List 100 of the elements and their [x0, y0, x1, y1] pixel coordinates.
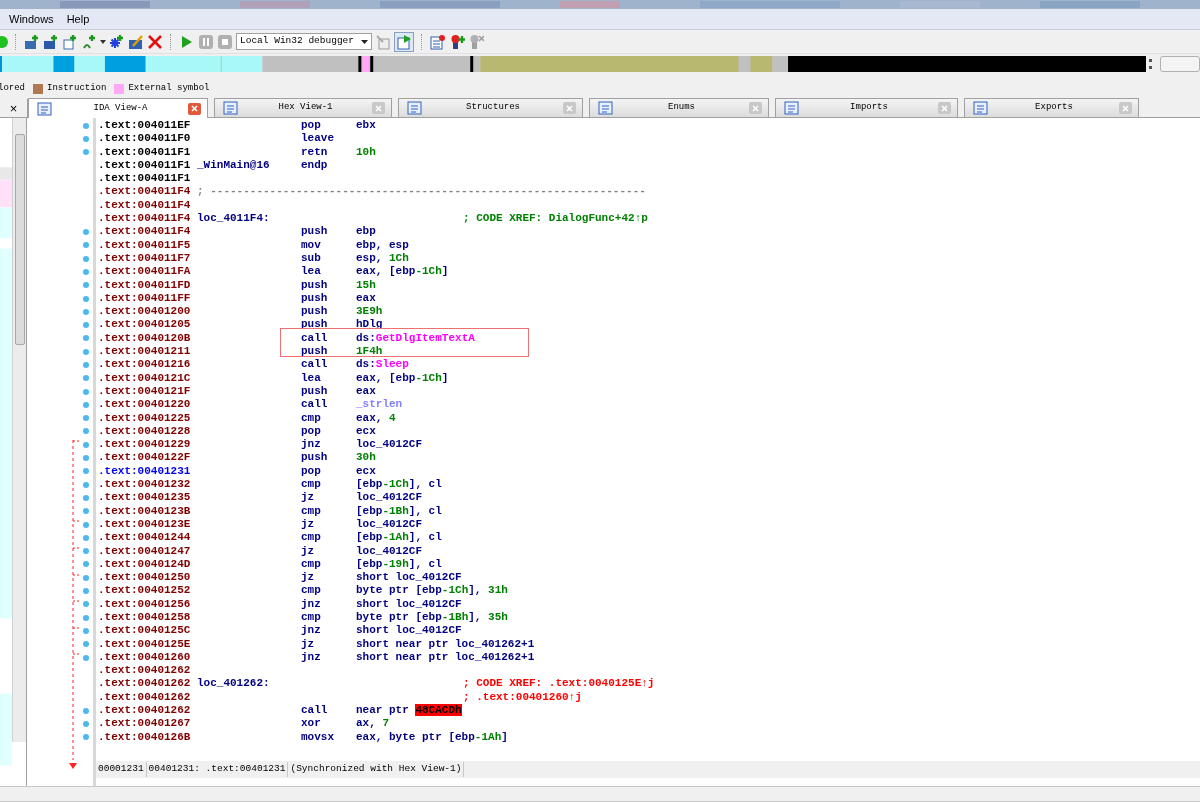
- address-text[interactable]: .text:00401235: [98, 491, 197, 505]
- comment-text: ; .text:00401260↑j: [463, 690, 582, 705]
- menu-item[interactable]: Windows: [9, 10, 54, 28]
- debugger-dropdown[interactable]: Local Win32 debugger: [236, 33, 372, 50]
- address-text[interactable]: .text:004011FF: [98, 291, 197, 306]
- scroll-arrows-icon[interactable]: [1149, 59, 1153, 69]
- address-text[interactable]: .text:0040126B: [98, 730, 197, 744]
- mnemonic-text: push: [301, 291, 329, 306]
- address-text[interactable]: .text:00401247: [98, 544, 197, 558]
- tab[interactable]: Hex View-1: [214, 98, 392, 117]
- address-text[interactable]: .text:0040123E: [98, 517, 197, 532]
- address-text[interactable]: .text:00401229: [98, 438, 197, 452]
- tab[interactable]: Structures: [398, 98, 583, 117]
- close-button[interactable]: ×: [9, 101, 18, 115]
- address-text[interactable]: .text:00401262: [98, 677, 197, 691]
- address-text[interactable]: .text:00401250: [98, 571, 197, 585]
- label-text[interactable]: loc_401262:: [197, 677, 301, 691]
- address-text[interactable]: .text:00401216: [98, 358, 197, 372]
- delete-icon[interactable]: [147, 33, 163, 50]
- operand-text: eax, [ebp-1Ch]: [356, 265, 450, 279]
- operand-text: [ebp-1Ch], cl: [356, 478, 443, 492]
- stop-icon[interactable]: [217, 33, 233, 50]
- address-text[interactable]: .text:00401228: [98, 424, 197, 439]
- address-text[interactable]: .text:004011F4: [98, 198, 197, 213]
- scrollbar[interactable]: [12, 118, 26, 742]
- operand-text: ax, 7: [356, 717, 390, 731]
- address-text[interactable]: .text:00401231: [98, 464, 197, 478]
- address-text[interactable]: .text:004011EF: [98, 119, 197, 133]
- address-text[interactable]: .text:0040122F: [98, 451, 197, 465]
- address-text[interactable]: .text:00401258: [98, 611, 197, 625]
- address-text[interactable]: .text:00401244: [98, 531, 197, 545]
- address-text[interactable]: .text:00401256: [98, 597, 197, 611]
- mnemonic-text: push: [301, 278, 329, 292]
- close-icon[interactable]: [188, 102, 201, 115]
- address-text[interactable]: .text:00401200: [98, 305, 197, 319]
- address-text[interactable]: .text:004011F1: [98, 172, 197, 186]
- address-text[interactable]: .text:0040125E: [98, 637, 197, 651]
- legend-label: Instruction: [47, 82, 107, 96]
- mnemonic-text: pop: [301, 464, 322, 478]
- status-text: (Synchronized with Hex View-1): [288, 762, 465, 777]
- comment-text: ; CODE XREF: DialogFunc+42↑p: [463, 212, 648, 226]
- close-icon[interactable]: [938, 102, 951, 114]
- operand-text: short loc_4012CF: [356, 571, 463, 585]
- band-button[interactable]: [1160, 56, 1200, 72]
- menu-item[interactable]: Help: [66, 10, 90, 28]
- close-icon[interactable]: [372, 102, 385, 114]
- label-text[interactable]: loc_4011F4:: [197, 212, 301, 226]
- address-text[interactable]: .text:004011F4: [98, 185, 197, 199]
- address-text[interactable]: .text:00401252: [98, 584, 197, 598]
- window-icon: [973, 100, 989, 116]
- address-text[interactable]: .text:0040121C: [98, 371, 197, 385]
- address-text[interactable]: .text:004011F7: [98, 251, 197, 266]
- asterisk-icon[interactable]: [109, 33, 125, 50]
- tab[interactable]: Imports: [775, 98, 958, 117]
- operand-text: eax, 4: [356, 411, 397, 425]
- address-text[interactable]: .text:00401232: [98, 478, 197, 492]
- address-text[interactable]: .text:0040124D: [98, 557, 197, 572]
- address-text[interactable]: .text:00401205: [98, 318, 197, 332]
- address-text[interactable]: .text:004011F4: [98, 225, 197, 239]
- address-text[interactable]: .text:00401262: [98, 690, 197, 705]
- pause-icon[interactable]: [198, 33, 214, 50]
- address-text[interactable]: .text:004011F1: [98, 158, 197, 173]
- legend-label: lored: [0, 82, 25, 96]
- address-text[interactable]: .text:00401267: [98, 717, 197, 731]
- address-text[interactable]: .text:00401262: [98, 704, 197, 718]
- mnemonic-text: jz: [301, 517, 316, 532]
- address-text[interactable]: .text:004011FA: [98, 265, 197, 279]
- close-icon[interactable]: [1119, 102, 1132, 114]
- tab[interactable]: IDA View-A: [28, 98, 208, 118]
- status-icon[interactable]: [0, 33, 8, 50]
- address-text[interactable]: .text:00401225: [98, 411, 197, 425]
- mnemonic-text: jnz: [301, 597, 322, 611]
- operand-text: [ebp-1Ah], cl: [356, 531, 443, 545]
- address-text[interactable]: .text:00401220: [98, 398, 197, 412]
- address-text[interactable]: .text:00401211: [98, 345, 197, 359]
- address-text[interactable]: .text:00401260: [98, 650, 197, 665]
- close-icon[interactable]: [563, 102, 576, 114]
- address-text[interactable]: .text:004011F0: [98, 132, 197, 146]
- address-text[interactable]: .text:0040123B: [98, 504, 197, 518]
- tab[interactable]: Enums: [589, 98, 769, 117]
- mnemonic-text: cmp: [301, 611, 322, 625]
- address-text[interactable]: .text:004011F4: [98, 212, 197, 226]
- address-text[interactable]: .text:00401262: [98, 664, 197, 678]
- navigation-band[interactable]: [0, 56, 1147, 72]
- address-text[interactable]: .text:0040121F: [98, 384, 197, 399]
- address-text[interactable]: .text:004011F5: [98, 238, 197, 252]
- address-text[interactable]: .text:004011F1: [98, 145, 197, 159]
- breakpoint-list-icon[interactable]: [430, 33, 446, 50]
- operand-text: 1F4h: [356, 345, 384, 359]
- operand-text: 10h: [356, 145, 377, 159]
- mnemonic-text: push: [301, 318, 329, 332]
- address-text[interactable]: .text:0040125C: [98, 624, 197, 638]
- label-text[interactable]: _WinMain@16: [197, 158, 301, 173]
- address-text[interactable]: .text:0040120B: [98, 331, 197, 346]
- address-text[interactable]: .text:004011FD: [98, 278, 197, 292]
- mnemonic-text: jnz: [301, 438, 322, 452]
- close-icon[interactable]: [749, 102, 762, 114]
- add-breakpoint-icon[interactable]: [449, 33, 465, 50]
- tab[interactable]: Exports: [964, 98, 1139, 117]
- edit-icon[interactable]: [128, 33, 144, 50]
